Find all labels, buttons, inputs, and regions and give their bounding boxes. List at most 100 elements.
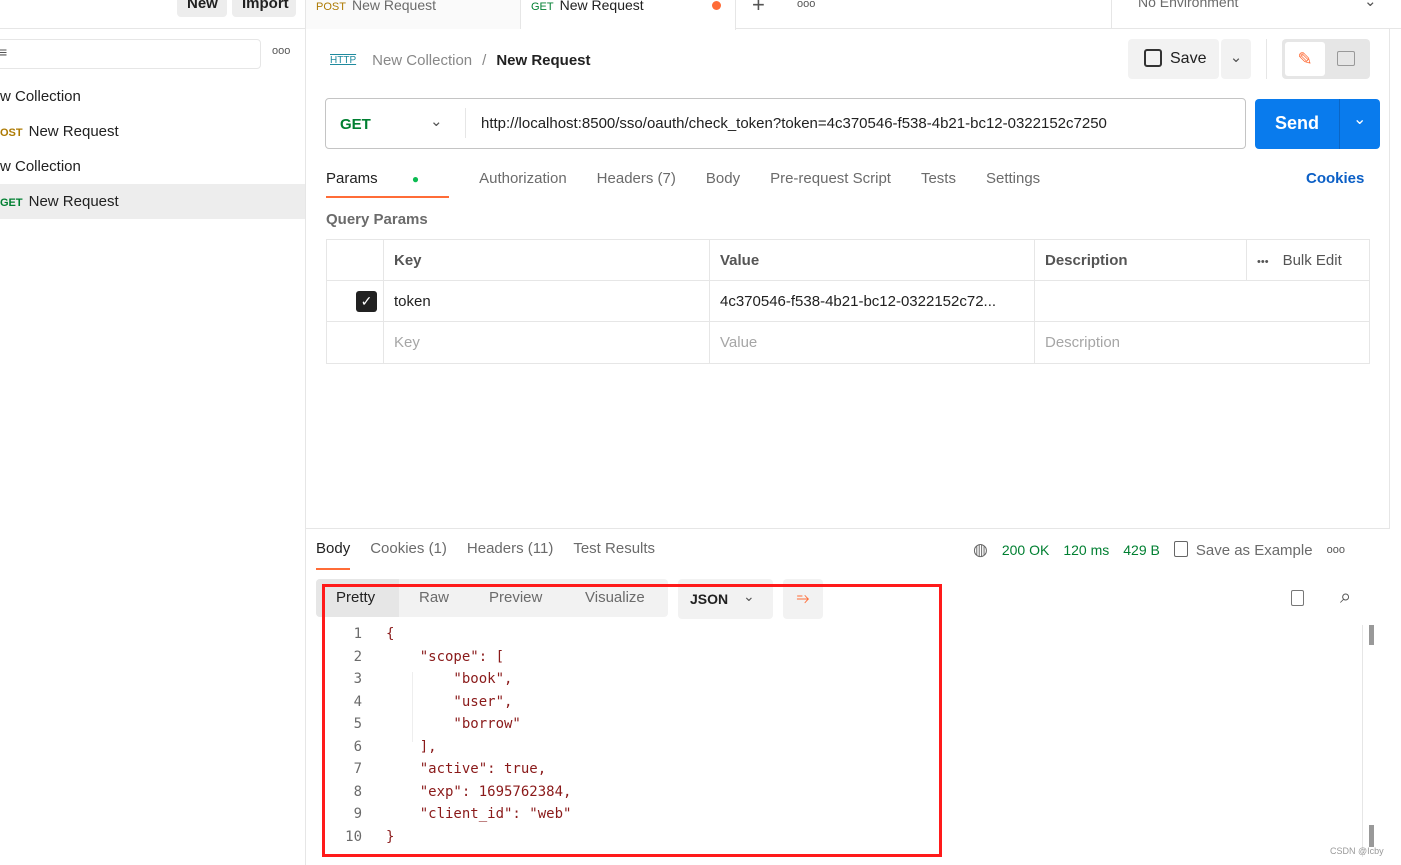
page-title[interactable]: New Request: [496, 52, 590, 69]
request-tab-bar: POST New Request GET New Request + ooo No …: [306, 0, 1401, 30]
format-select[interactable]: JSON ⌄: [678, 579, 773, 619]
line-number: 9: [353, 806, 362, 822]
save-button[interactable]: Save: [1128, 39, 1219, 79]
import-button[interactable]: Import: [232, 0, 296, 17]
tab-authorization[interactable]: Authorization: [479, 166, 567, 198]
comment-icon[interactable]: [1337, 51, 1355, 66]
line-number: 8: [353, 783, 362, 800]
tab-pre-request-script[interactable]: Pre-request Script: [770, 166, 891, 198]
save-label: Save: [1170, 50, 1207, 67]
search-icon[interactable]: ⌕: [1340, 586, 1351, 609]
tab-tests[interactable]: Tests: [921, 166, 956, 198]
chevron-down-icon[interactable]: ⌄: [430, 112, 443, 130]
tab-response-cookies[interactable]: Cookies (1): [370, 540, 447, 570]
add-tab-icon[interactable]: +: [752, 0, 765, 18]
param-key[interactable]: token: [383, 281, 709, 321]
sidebar-item-get-request[interactable]: GET New Request: [0, 184, 305, 219]
filter-icon[interactable]: ≡: [0, 44, 7, 60]
globe-icon[interactable]: ◍: [973, 540, 988, 560]
tab-response-body[interactable]: Body: [316, 540, 351, 570]
response-time[interactable]: 120 ms: [1063, 542, 1109, 558]
url-bar: GET ⌄ http://localhost:8500/sso/oauth/ch…: [325, 98, 1246, 149]
code-line: "borrow": [386, 716, 521, 732]
tab-post-request[interactable]: POST New Request: [306, 0, 521, 29]
method-badge: POST: [316, 1, 346, 13]
param-value[interactable]: 4c370546-f538-4b21-bc12-0322152c72...: [709, 281, 1034, 321]
tab-test-results[interactable]: Test Results: [573, 540, 655, 570]
key-input[interactable]: Key: [383, 322, 709, 363]
copy-icon[interactable]: [1291, 590, 1304, 606]
save-options-button[interactable]: ⌄: [1221, 39, 1251, 79]
send-button[interactable]: Send ⌄: [1255, 99, 1380, 149]
method-badge: GET: [0, 197, 23, 209]
status-code[interactable]: 200 OK: [1002, 542, 1049, 558]
breadcrumb-collection[interactable]: New Collection: [372, 52, 472, 69]
view-mode-tabs: Pretty Raw Preview Visualize: [316, 579, 668, 617]
method-badge: OST: [0, 127, 23, 139]
method-select[interactable]: GET: [340, 116, 371, 133]
format-label: JSON: [690, 591, 729, 607]
line-number: 2: [353, 648, 362, 665]
cookies-link[interactable]: Cookies: [1306, 170, 1364, 187]
tab-preview[interactable]: Preview: [489, 589, 542, 606]
view-toggle: ✎: [1282, 39, 1370, 79]
more-icon[interactable]: ooo: [272, 45, 290, 57]
save-icon: [1144, 49, 1162, 67]
url-input[interactable]: http://localhost:8500/sso/oauth/check_to…: [481, 115, 1107, 132]
more-icon[interactable]: •••: [1257, 256, 1269, 268]
bulk-edit-button[interactable]: Bulk Edit: [1283, 252, 1342, 269]
sidebar-item-label: w Collection: [0, 158, 81, 175]
more-icon[interactable]: ooo: [1327, 544, 1345, 556]
value-input[interactable]: Value: [709, 322, 1034, 363]
line-number: 7: [353, 761, 362, 777]
response-size[interactable]: 429 B: [1123, 542, 1160, 558]
tab-pretty[interactable]: Pretty: [316, 579, 399, 617]
tab-headers[interactable]: Headers (7): [597, 166, 676, 198]
sidebar-search-input[interactable]: ≡: [0, 39, 261, 69]
wrap-lines-icon[interactable]: ⥱: [783, 579, 823, 619]
environment-label: No Environment: [1138, 0, 1239, 10]
http-icon: HTTP: [330, 54, 357, 66]
more-tabs-icon[interactable]: ooo: [797, 0, 815, 10]
edit-icon[interactable]: ✎: [1285, 42, 1325, 76]
code-line: "client_id": "web": [386, 806, 572, 822]
tab-response-headers[interactable]: Headers (11): [467, 540, 553, 570]
method-badge: GET: [531, 1, 554, 13]
line-number: 3: [353, 671, 362, 687]
environment-select[interactable]: No Environment ⌄: [1111, 0, 1390, 29]
table-row: ✓ token 4c370546-f538-4b21-bc12-0322152c…: [327, 281, 1369, 322]
line-number: 4: [353, 693, 362, 710]
sidebar-item-label: New Request: [28, 123, 119, 140]
new-button[interactable]: New: [177, 0, 227, 17]
tab-body[interactable]: Body: [706, 166, 740, 198]
query-params-title: Query Params: [326, 211, 428, 228]
chevron-down-icon[interactable]: ⌄: [1353, 109, 1366, 129]
scrollbar[interactable]: [1369, 625, 1374, 645]
tab-visualize[interactable]: Visualize: [585, 589, 645, 606]
description-input[interactable]: Description: [1034, 322, 1370, 363]
checkbox[interactable]: ✓: [356, 291, 377, 312]
sidebar-item-post-request[interactable]: OST New Request: [0, 114, 305, 149]
chevron-down-icon: ⌄: [1364, 0, 1377, 10]
breadcrumb: HTTP New Collection / New Request: [330, 48, 591, 72]
tab-raw[interactable]: Raw: [419, 589, 449, 606]
line-number: 5: [353, 716, 362, 732]
tab-settings[interactable]: Settings: [986, 166, 1040, 198]
watermark: CSDN @Icby: [1330, 846, 1384, 856]
save-as-example-button[interactable]: Save as Example: [1173, 541, 1313, 559]
code-line: }: [386, 828, 395, 845]
response-meta: ◍ 200 OK 120 ms 429 B Save as Example oo…: [973, 540, 1345, 560]
save-as-example-label: Save as Example: [1195, 542, 1313, 559]
sidebar-item-collection[interactable]: w Collection: [0, 149, 305, 184]
param-description[interactable]: [1034, 281, 1370, 321]
scrollbar[interactable]: [1369, 825, 1374, 847]
request-tabs: Params ● Authorization Headers (7) Body …: [326, 166, 1070, 198]
query-params-table: Key Value Description ••• Bulk Edit ✓ tok…: [326, 239, 1370, 364]
breadcrumb-separator: /: [482, 51, 487, 69]
code-line: "book",: [386, 671, 513, 687]
code-line: "active": true,: [386, 761, 547, 777]
tab-params[interactable]: Params ●: [326, 166, 450, 198]
sidebar-item-collection[interactable]: w Collection: [0, 79, 305, 114]
table-header: Key Value Description ••• Bulk Edit: [327, 240, 1369, 281]
tab-get-request[interactable]: GET New Request: [521, 0, 736, 30]
